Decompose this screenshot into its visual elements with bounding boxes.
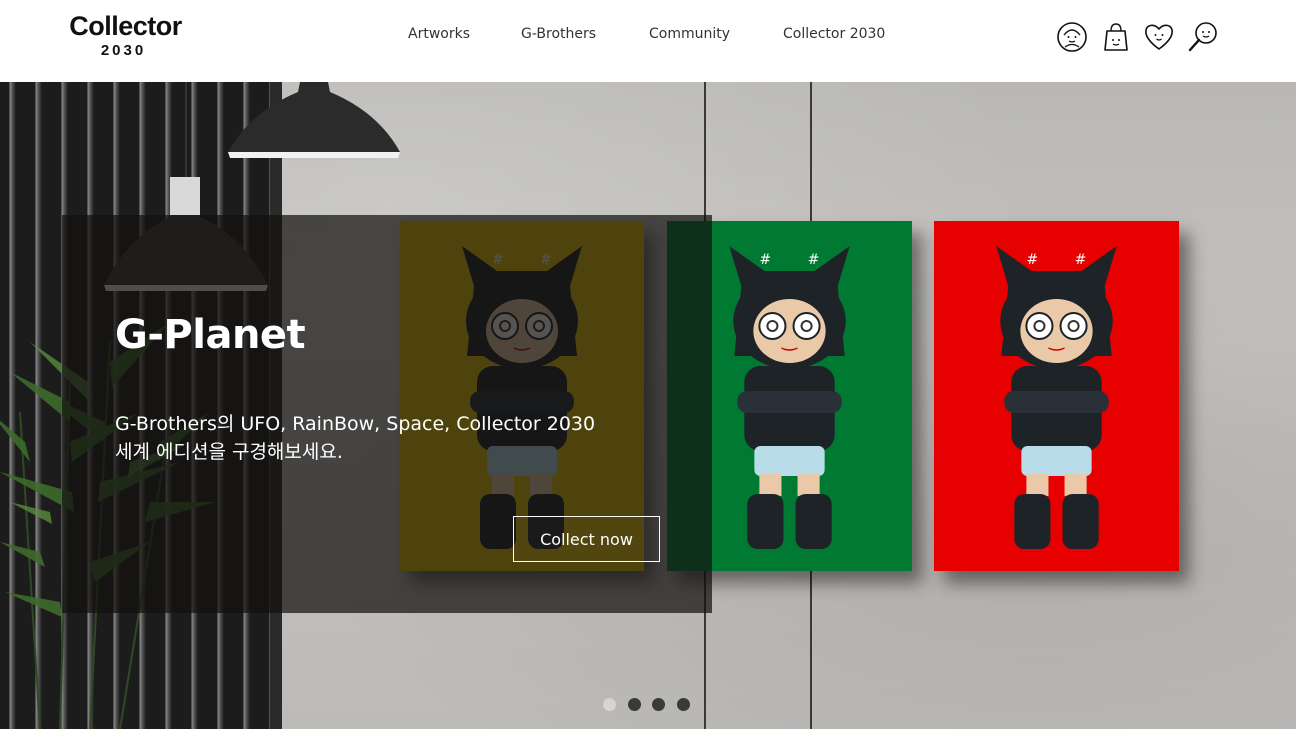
hero-description-line: G-Brothers의 UFO, RainBow, Space, Collect… (115, 413, 596, 435)
logo-main-text: Collector (69, 11, 182, 41)
site-header: Collector 2030 Artworks G-Brothers Commu… (0, 0, 1296, 82)
hero-title: G-Planet (115, 312, 306, 358)
hero-description-line: 세계 에디션을 구경해보세요. (115, 441, 343, 463)
nav-item-collector-2030[interactable]: Collector 2030 (783, 26, 885, 42)
svg-text:#: # (1075, 252, 1087, 268)
search-icon[interactable] (1186, 20, 1220, 54)
carousel-dot[interactable] (603, 698, 616, 711)
heart-icon[interactable] (1142, 20, 1176, 54)
logo-sub-text: 2030 (100, 42, 147, 59)
nav-item-g-brothers[interactable]: G-Brothers (521, 26, 596, 42)
carousel-dot[interactable] (652, 698, 665, 711)
svg-text:#: # (1026, 252, 1038, 268)
artwork-canvas: # # (934, 221, 1179, 571)
svg-text:#: # (759, 252, 771, 268)
nav-item-artworks[interactable]: Artworks (408, 26, 470, 42)
site-logo[interactable]: Collector 2030 (63, 10, 188, 60)
pendant-lamp (228, 82, 400, 158)
user-face-icon[interactable] (1055, 20, 1089, 54)
nav-item-community[interactable]: Community (649, 26, 730, 42)
artwork-frame[interactable]: # # (934, 221, 1179, 571)
hero-banner: # # # # G-Planet G-Brothers의 UFO, RainBo… (0, 82, 1296, 729)
carousel-dot[interactable] (677, 698, 690, 711)
hero-description: G-Brothers의 UFO, RainBow, Space, Collect… (115, 410, 635, 466)
shopping-bag-icon[interactable] (1099, 20, 1133, 54)
svg-text:#: # (808, 252, 820, 268)
collect-now-button[interactable]: Collect now (513, 516, 660, 562)
lamp-cord (185, 82, 187, 178)
carousel-dot[interactable] (628, 698, 641, 711)
